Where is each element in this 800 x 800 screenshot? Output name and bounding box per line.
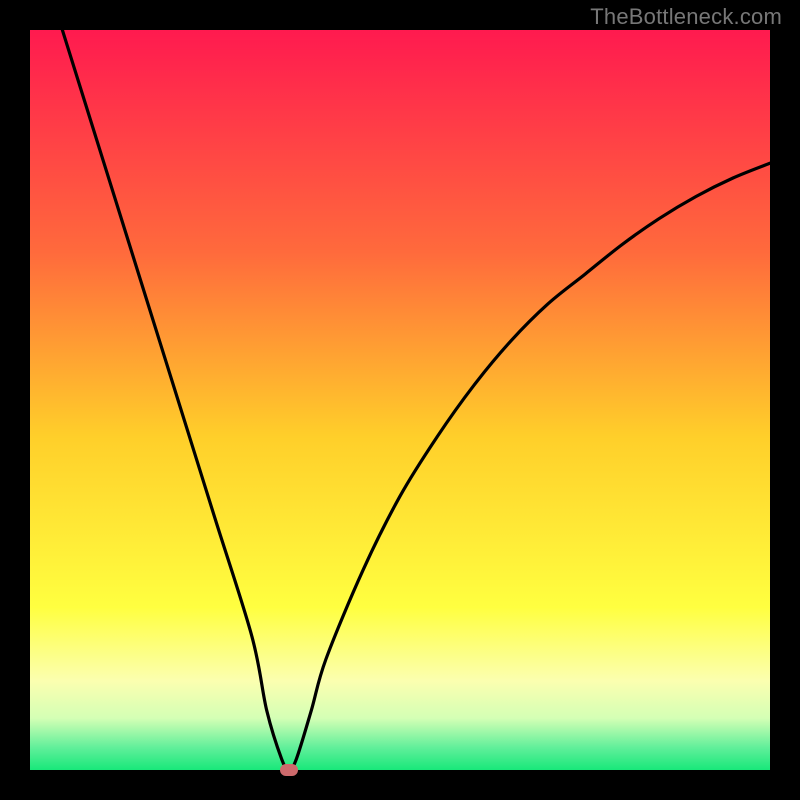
plot-area (30, 30, 770, 770)
watermark-text: TheBottleneck.com (590, 4, 782, 30)
bottleneck-curve (30, 30, 770, 770)
chart-frame: TheBottleneck.com (0, 0, 800, 800)
optimal-point-marker (280, 764, 298, 776)
